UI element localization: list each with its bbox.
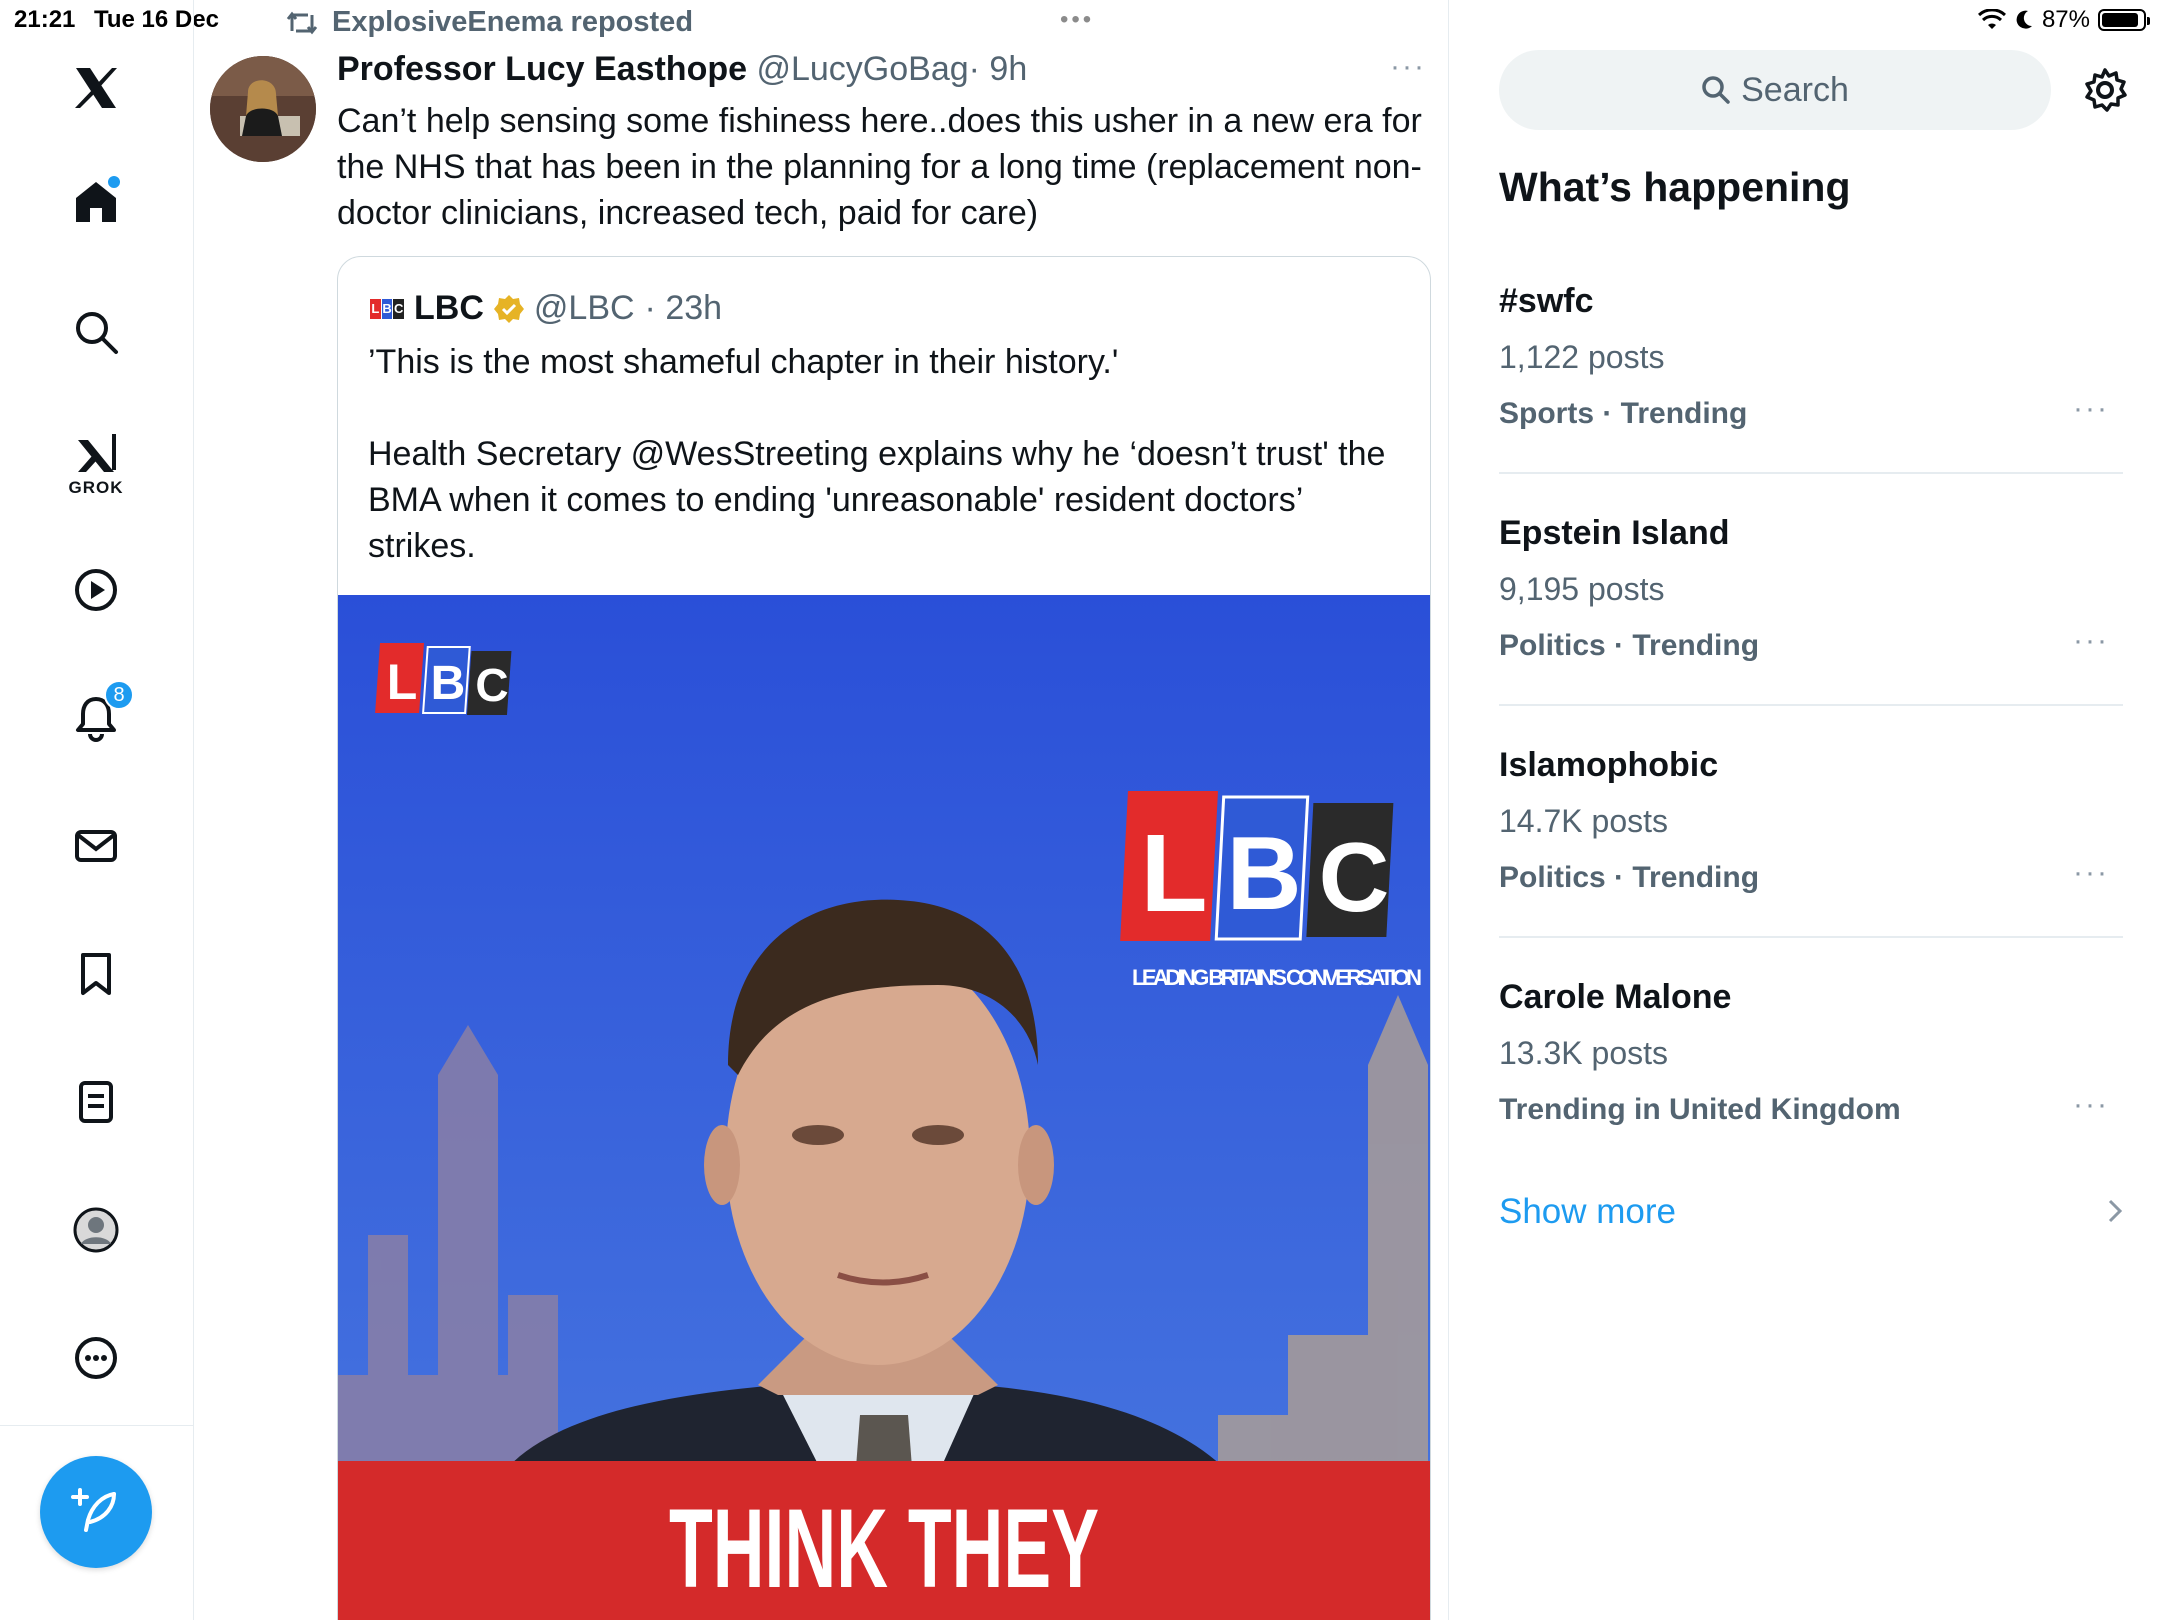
nav-more[interactable] [64, 1326, 128, 1390]
trend-more-icon[interactable]: ··· [2073, 1088, 2109, 1122]
post-more-options-icon[interactable]: ··· [1390, 50, 1426, 84]
trend-category: Sports · Trending [1499, 397, 1748, 430]
grok-label: GROK [68, 478, 124, 497]
timeline-column: ExplosiveEnema reposted Professor Lucy E… [194, 0, 1449, 1620]
lbc-tagline: LEADING BRITAIN'S CONVERSATION [1132, 965, 1422, 990]
nav-bookmarks[interactable] [64, 942, 128, 1006]
search-icon [1702, 76, 1730, 104]
author-handle[interactable]: @LucyGoBag [756, 50, 968, 88]
avatar-letter-c: C [393, 298, 405, 319]
trend-item[interactable]: Islamophobic 14.7K posts Politics · Tren… [1499, 746, 2123, 978]
video-caption: THINK THEY [669, 1486, 1099, 1611]
small-logo-letter-b: B [431, 657, 466, 710]
quote-header: L B C LBC @LBC · 23h [370, 289, 722, 328]
settings-gear-icon[interactable] [2079, 64, 2131, 116]
nav-divider [0, 1425, 193, 1426]
trend-divider [1499, 704, 2123, 706]
trend-item[interactable]: Carole Malone 13.3K posts Trending in Un… [1499, 978, 2123, 1210]
trend-post-count: 14.7K posts [1499, 803, 1668, 839]
trend-divider [1499, 472, 2123, 474]
bookmark-icon [81, 953, 111, 995]
profile-avatar-icon [73, 1207, 119, 1253]
more-circle-icon [75, 1337, 117, 1379]
trend-more-icon[interactable]: ··· [2073, 856, 2109, 890]
compose-feather-icon [71, 1488, 116, 1532]
search-placeholder: Search [1741, 70, 1849, 109]
search-input[interactable]: Search [1499, 50, 2051, 130]
big-logo-letter-l: L [1140, 812, 1207, 935]
nav-messages[interactable] [64, 814, 128, 878]
post-text: Can’t help sensing some fishiness here..… [337, 102, 1422, 232]
repost-label: ExplosiveEnema reposted [332, 6, 694, 38]
trend-category: Politics · Trending [1499, 861, 1760, 894]
avatar-letter-b: B [381, 298, 393, 319]
notifications-badge: 8 [104, 680, 134, 710]
quoted-post[interactable]: L B C LBC @LBC · 23h ’This is the most sh… [337, 256, 1431, 1620]
grok-icon [78, 434, 116, 472]
trend-item[interactable]: #swfc 1,122 posts Sports · Trending ··· [1499, 282, 2123, 514]
nav-video[interactable] [64, 558, 128, 622]
home-unread-dot [106, 174, 122, 190]
quote-author-name[interactable]: LBC [414, 289, 484, 328]
list-document-icon [79, 1081, 113, 1123]
post-header: Professor Lucy Easthope @LucyGoBag· 9h [337, 50, 1027, 89]
left-navigation: GROK 8 [0, 0, 194, 1620]
author-name[interactable]: Professor Lucy Easthope [337, 50, 747, 88]
whats-happening-title: What’s happening [1499, 164, 1851, 210]
right-sidebar: Search What’s happening #swfc 1,122 post… [1449, 0, 2160, 1620]
quote-author-handle[interactable]: @LBC [534, 289, 635, 328]
verified-badge-icon [493, 294, 524, 323]
trend-post-count: 13.3K posts [1499, 1035, 1668, 1071]
quote-time[interactable]: · 23h [645, 289, 723, 328]
repost-indicator[interactable]: ExplosiveEnema reposted [286, 6, 693, 39]
repost-icon [286, 11, 318, 34]
trend-item[interactable]: Epstein Island 9,195 posts Politics · Tr… [1499, 514, 2123, 746]
trend-name: Epstein Island [1499, 514, 1730, 552]
quote-video-thumbnail[interactable]: L B C L B C LEADING BRITAIN'S CONVERSATI… [338, 595, 1430, 1620]
trend-name: Islamophobic [1499, 746, 1719, 784]
trend-category: Politics · Trending [1499, 629, 1760, 662]
avatar-letter-l: L [370, 298, 381, 319]
show-more-link[interactable]: Show more [1499, 1192, 1676, 1232]
nav-notifications[interactable]: 8 [64, 680, 134, 750]
envelope-icon [75, 830, 117, 862]
trend-name: #swfc [1499, 282, 1594, 320]
trend-category: Trending in United Kingdom [1499, 1093, 1901, 1126]
search-icon [76, 312, 118, 354]
trend-post-count: 9,195 posts [1499, 571, 1665, 607]
small-logo-letter-c: C [475, 659, 508, 711]
small-logo-letter-l: L [387, 654, 418, 710]
trend-name: Carole Malone [1499, 978, 1732, 1016]
x-logo-icon[interactable] [64, 56, 128, 120]
trend-post-count: 1,122 posts [1499, 339, 1665, 375]
author-avatar[interactable] [210, 56, 316, 162]
trend-more-icon[interactable]: ··· [2073, 624, 2109, 658]
nav-profile[interactable] [64, 1198, 128, 1262]
big-logo-letter-b: B [1226, 816, 1301, 932]
trend-more-icon[interactable]: ··· [2073, 392, 2109, 426]
post-time[interactable]: · 9h [969, 50, 1028, 88]
play-circle-icon [75, 569, 117, 611]
nav-home[interactable] [64, 170, 128, 234]
compose-post-button[interactable] [40, 1456, 152, 1568]
big-logo-letter-c: C [1319, 822, 1390, 932]
quote-text: ’This is the most shameful chapter in th… [368, 343, 1386, 565]
lbc-avatar[interactable]: L B C [370, 298, 405, 319]
nav-lists[interactable] [64, 1070, 128, 1134]
trend-divider [1499, 936, 2123, 938]
chevron-right-icon[interactable] [2105, 1196, 2125, 1226]
nav-grok[interactable]: GROK [64, 422, 128, 497]
nav-explore[interactable] [64, 300, 128, 364]
